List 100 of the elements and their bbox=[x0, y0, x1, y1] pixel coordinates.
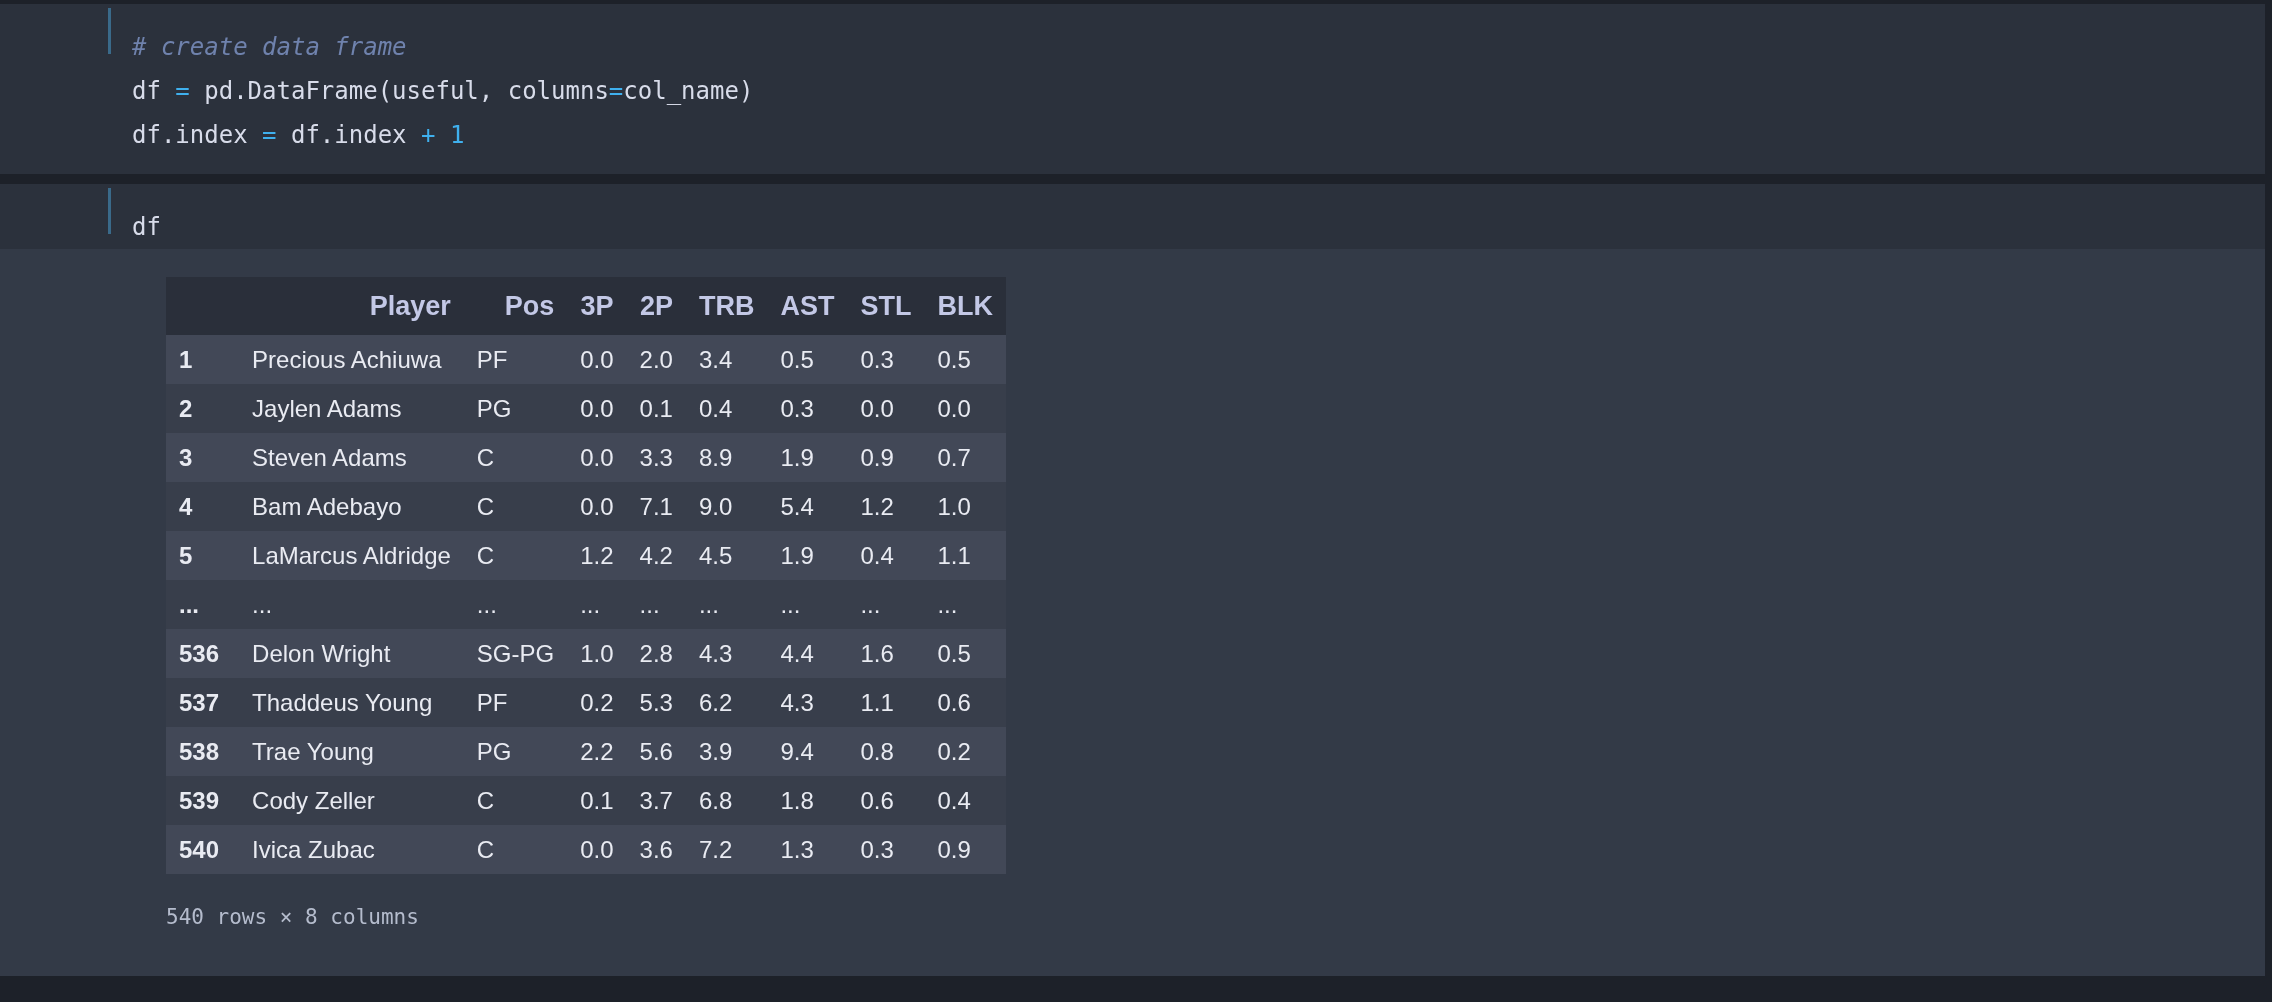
code-line: df = pd.DataFrame(useful, columns=col_name) bbox=[132, 76, 754, 107]
table-cell: Thaddeus Young bbox=[239, 678, 464, 727]
table-cell: C bbox=[463, 482, 568, 531]
table-cell: Ivica Zubac bbox=[239, 825, 464, 874]
table-cell: 0.4 bbox=[924, 776, 1006, 825]
table-cell: 1.9 bbox=[767, 433, 848, 482]
table-cell: ... bbox=[239, 580, 464, 629]
column-header: BLK bbox=[924, 277, 1006, 335]
table-cell: 5.6 bbox=[626, 727, 686, 776]
table-cell: 8.9 bbox=[685, 433, 768, 482]
table-cell: 4.3 bbox=[767, 678, 848, 727]
table-cell: 2.8 bbox=[626, 629, 686, 678]
table-cell: 9.0 bbox=[685, 482, 768, 531]
table-cell: 7.2 bbox=[685, 825, 768, 874]
code-line: df.index = df.index + 1 bbox=[132, 120, 466, 151]
column-header: AST bbox=[767, 277, 848, 335]
table-cell: 6.8 bbox=[685, 776, 768, 825]
prompt-bar bbox=[108, 188, 111, 234]
table-cell: 0.1 bbox=[626, 384, 686, 433]
table-cell: Precious Achiuwa bbox=[239, 335, 464, 384]
table-cell: 3.4 bbox=[685, 335, 768, 384]
row-index: 4 bbox=[166, 482, 240, 531]
table-cell: 1.2 bbox=[847, 482, 925, 531]
table-cell: 0.8 bbox=[847, 727, 925, 776]
table-cell: PG bbox=[463, 727, 568, 776]
table-cell: Delon Wright bbox=[239, 629, 464, 678]
table-cell: 0.4 bbox=[685, 384, 768, 433]
table-cell: 0.1 bbox=[567, 776, 627, 825]
table-cell: 0.0 bbox=[924, 384, 1006, 433]
code-line: # create data frame bbox=[132, 32, 408, 63]
table-cell: 3.6 bbox=[626, 825, 686, 874]
table-cell: 0.6 bbox=[847, 776, 925, 825]
table-cell: 6.2 bbox=[685, 678, 768, 727]
table-cell: 1.3 bbox=[767, 825, 848, 874]
table-cell: C bbox=[463, 825, 568, 874]
table-cell: 1.6 bbox=[847, 629, 925, 678]
table-cell: 0.0 bbox=[567, 335, 627, 384]
table-cell: 0.5 bbox=[924, 629, 1006, 678]
table-cell: 4.4 bbox=[767, 629, 848, 678]
table-cell: C bbox=[463, 433, 568, 482]
table-cell: C bbox=[463, 531, 568, 580]
table-cell: 4.3 bbox=[685, 629, 768, 678]
table-cell: 1.0 bbox=[924, 482, 1006, 531]
table-cell: Cody Zeller bbox=[239, 776, 464, 825]
table-cell: 0.0 bbox=[567, 433, 627, 482]
table-cell: 1.1 bbox=[924, 531, 1006, 580]
table-cell: 1.1 bbox=[847, 678, 925, 727]
table-cell: Jaylen Adams bbox=[239, 384, 464, 433]
table-cell: 1.9 bbox=[767, 531, 848, 580]
table-cell: 5.3 bbox=[626, 678, 686, 727]
table-cell: 0.9 bbox=[924, 825, 1006, 874]
table-cell: PG bbox=[463, 384, 568, 433]
table-cell: ... bbox=[924, 580, 1006, 629]
table-cell: 7.1 bbox=[626, 482, 686, 531]
table-cell: 4.2 bbox=[626, 531, 686, 580]
table-cell: 5.4 bbox=[767, 482, 848, 531]
table-cell: ... bbox=[463, 580, 568, 629]
table-cell: 2.0 bbox=[626, 335, 686, 384]
table-cell: ... bbox=[567, 580, 627, 629]
table-summary: 540 rows × 8 columns bbox=[166, 904, 420, 931]
table-cell: 3.7 bbox=[626, 776, 686, 825]
table-cell: Bam Adebayo bbox=[239, 482, 464, 531]
column-header: STL bbox=[847, 277, 925, 335]
table-cell: 9.4 bbox=[767, 727, 848, 776]
row-index: 3 bbox=[166, 433, 240, 482]
table-cell: Steven Adams bbox=[239, 433, 464, 482]
table-cell: 3.9 bbox=[685, 727, 768, 776]
table-cell: 0.5 bbox=[924, 335, 1006, 384]
code-line: df bbox=[132, 212, 161, 243]
table-cell: 0.6 bbox=[924, 678, 1006, 727]
row-index: 538 bbox=[166, 727, 240, 776]
table-cell: ... bbox=[626, 580, 686, 629]
table-cell: 0.0 bbox=[847, 384, 925, 433]
table-cell: 0.0 bbox=[567, 482, 627, 531]
table-cell: 1.8 bbox=[767, 776, 848, 825]
row-index: 1 bbox=[166, 335, 240, 384]
table-cell: 0.0 bbox=[567, 825, 627, 874]
prompt-bar bbox=[108, 8, 111, 54]
row-index: ... bbox=[166, 580, 240, 629]
table-cell: ... bbox=[847, 580, 925, 629]
table-cell: C bbox=[463, 776, 568, 825]
table-cell: Trae Young bbox=[239, 727, 464, 776]
column-header: Pos bbox=[463, 277, 568, 335]
table-cell: 1.0 bbox=[567, 629, 627, 678]
table-cell: 0.3 bbox=[767, 384, 848, 433]
table-cell: LaMarcus Aldridge bbox=[239, 531, 464, 580]
table-cell: 0.3 bbox=[847, 335, 925, 384]
row-index: 2 bbox=[166, 384, 240, 433]
row-index: 537 bbox=[166, 678, 240, 727]
table-cell: PF bbox=[463, 335, 568, 384]
table-cell: 0.2 bbox=[924, 727, 1006, 776]
row-index: 539 bbox=[166, 776, 240, 825]
table-cell: 3.3 bbox=[626, 433, 686, 482]
row-index: 5 bbox=[166, 531, 240, 580]
table-cell: PF bbox=[463, 678, 568, 727]
table-cell: 0.4 bbox=[847, 531, 925, 580]
column-header: 2P bbox=[626, 277, 686, 335]
table-cell: 0.7 bbox=[924, 433, 1006, 482]
row-index: 540 bbox=[166, 825, 240, 874]
table-cell: 0.9 bbox=[847, 433, 925, 482]
